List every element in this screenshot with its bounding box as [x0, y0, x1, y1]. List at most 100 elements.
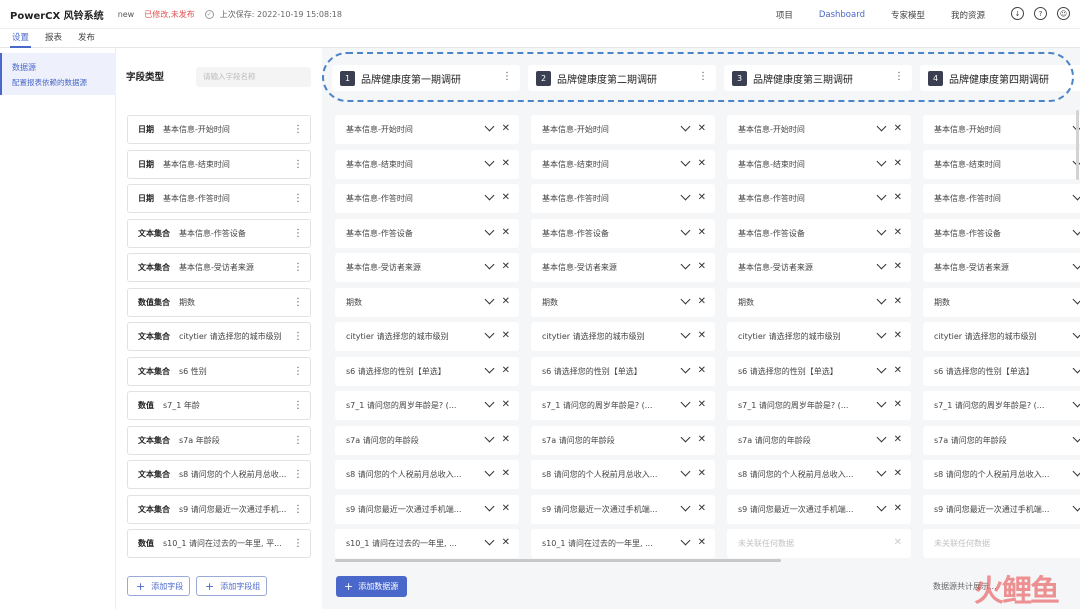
chevron-down-icon[interactable]: [484, 328, 495, 339]
close-icon[interactable]: ✕: [502, 157, 510, 171]
mapping-select[interactable]: 基本信息-作答设备✕: [923, 218, 1080, 248]
close-icon[interactable]: ✕: [502, 364, 510, 378]
close-icon[interactable]: ✕: [698, 398, 706, 412]
close-icon[interactable]: ✕: [894, 433, 902, 447]
datasource-header[interactable]: 1 品牌健康度第一期调研 ⋮: [332, 65, 520, 91]
mapping-select[interactable]: s8 请问您的个人税前月总收入...✕: [727, 460, 911, 489]
close-icon[interactable]: ✕: [698, 329, 706, 343]
mapping-select[interactable]: s6 请选择您的性别【单选】✕: [923, 356, 1080, 386]
close-icon[interactable]: ✕: [894, 191, 902, 205]
chevron-down-icon[interactable]: [680, 328, 691, 339]
more-icon[interactable]: ⋮: [293, 503, 303, 517]
chevron-down-icon[interactable]: [876, 466, 887, 477]
close-icon[interactable]: ✕: [698, 260, 706, 274]
mapping-select[interactable]: 未关联任何数据✕: [923, 529, 1080, 558]
tab-reports[interactable]: 报表: [37, 29, 70, 48]
chevron-down-icon[interactable]: [680, 397, 691, 408]
chevron-down-icon[interactable]: [876, 294, 887, 304]
chevron-down-icon[interactable]: [1072, 501, 1080, 511]
close-icon[interactable]: ✕: [698, 364, 706, 378]
mapping-select[interactable]: 基本信息-结束时间✕: [727, 149, 911, 179]
chevron-down-icon[interactable]: [484, 363, 495, 373]
chevron-down-icon[interactable]: [876, 397, 887, 408]
field-card[interactable]: 数值 s7_1 年龄 ⋮: [127, 391, 311, 420]
chevron-down-icon[interactable]: [876, 225, 887, 235]
chevron-down-icon[interactable]: [1072, 397, 1080, 408]
chevron-down-icon[interactable]: [1072, 466, 1080, 477]
mapping-select[interactable]: 基本信息-结束时间✕: [923, 149, 1080, 179]
datasource-header[interactable]: 4品牌健康度第四期调研⋮: [920, 65, 1080, 91]
mapping-select[interactable]: 基本信息-作答设备✕: [335, 218, 519, 248]
nav-dashboard[interactable]: Dashboard: [819, 10, 865, 20]
more-icon[interactable]: ⋮: [293, 261, 303, 275]
chevron-down-icon[interactable]: [876, 501, 887, 511]
mapping-select[interactable]: 基本信息-开始时间✕: [531, 115, 715, 144]
mapping-select[interactable]: 期数✕: [727, 287, 911, 317]
field-card[interactable]: 文本集合 s6 性别 ⋮: [127, 356, 311, 386]
close-icon[interactable]: ✕: [502, 260, 510, 274]
user-icon[interactable]: ☺: [1057, 7, 1070, 20]
chevron-down-icon[interactable]: [680, 121, 691, 132]
close-icon[interactable]: ✕: [502, 329, 510, 343]
mapping-select[interactable]: 基本信息-受访者来源✕: [923, 253, 1080, 282]
mapping-select[interactable]: s7a 请问您的年龄段✕: [923, 425, 1080, 455]
chevron-down-icon[interactable]: [1072, 190, 1080, 201]
more-icon[interactable]: ⋮: [293, 399, 303, 413]
mapping-select[interactable]: s7_1 请问您的周岁年龄是? (... ✕: [531, 391, 715, 420]
mapping-select[interactable]: 基本信息-开始时间✕: [335, 115, 519, 144]
close-icon[interactable]: ✕: [894, 536, 902, 550]
close-icon[interactable]: ✕: [502, 191, 510, 205]
mapping-select[interactable]: s9 请问您最近一次通过手机端...✕: [923, 494, 1080, 524]
more-icon[interactable]: ⋮: [293, 192, 303, 206]
chevron-down-icon[interactable]: [484, 190, 495, 201]
horizontal-scrollbar[interactable]: [335, 559, 781, 562]
vertical-scrollbar[interactable]: [1076, 110, 1079, 180]
mapping-select[interactable]: 基本信息-开始时间✕: [727, 115, 911, 144]
field-card[interactable]: 文本集合 s8 请问您的个人税前月总收... ⋮: [127, 460, 311, 489]
mapping-select[interactable]: 期数✕: [531, 287, 715, 317]
datasource-header[interactable]: 3 品牌健康度第三期调研 ⋮: [724, 65, 912, 91]
more-icon[interactable]: ⋮: [293, 537, 303, 551]
chevron-down-icon[interactable]: [484, 501, 495, 511]
chevron-down-icon[interactable]: [680, 190, 691, 201]
close-icon[interactable]: ✕: [894, 295, 902, 309]
chevron-down-icon[interactable]: [680, 363, 691, 373]
close-icon[interactable]: ✕: [894, 260, 902, 274]
nav-my-resources[interactable]: 我的资源: [951, 9, 985, 21]
chevron-down-icon[interactable]: [484, 121, 495, 132]
chevron-down-icon[interactable]: [680, 432, 691, 442]
mapping-select[interactable]: 基本信息-开始时间✕: [923, 115, 1080, 144]
mapping-select[interactable]: 基本信息-结束时间✕: [531, 149, 715, 179]
chevron-down-icon[interactable]: [680, 259, 691, 270]
mapping-select[interactable]: s7a 请问您的年龄段✕: [727, 425, 911, 455]
close-icon[interactable]: ✕: [894, 467, 902, 481]
chevron-down-icon[interactable]: [876, 190, 887, 201]
chevron-down-icon[interactable]: [484, 294, 495, 304]
more-icon[interactable]: ⋮: [293, 468, 303, 482]
field-card[interactable]: 日期 基本信息-结束时间 ⋮: [127, 149, 311, 179]
more-icon[interactable]: ⋮: [293, 434, 303, 448]
chevron-down-icon[interactable]: [876, 156, 887, 166]
mapping-select[interactable]: s8 请问您的个人税前月总收入...✕: [923, 460, 1080, 489]
close-icon[interactable]: ✕: [894, 226, 902, 240]
chevron-down-icon[interactable]: [484, 397, 495, 408]
close-icon[interactable]: ✕: [502, 295, 510, 309]
mapping-select[interactable]: 基本信息-作答时间 ✕: [335, 184, 519, 213]
field-card[interactable]: 文本集合 基本信息-受访者来源 ⋮: [127, 253, 311, 282]
chevron-down-icon[interactable]: [484, 259, 495, 270]
more-icon[interactable]: ⋮: [894, 71, 904, 82]
close-icon[interactable]: ✕: [894, 122, 902, 136]
mapping-select[interactable]: citytier 请选择您的城市级别 ✕: [531, 322, 715, 351]
chevron-down-icon[interactable]: [1072, 259, 1080, 270]
close-icon[interactable]: ✕: [894, 364, 902, 378]
chevron-down-icon[interactable]: [680, 294, 691, 304]
close-icon[interactable]: ✕: [502, 122, 510, 136]
close-icon[interactable]: ✕: [894, 157, 902, 171]
close-icon[interactable]: ✕: [698, 433, 706, 447]
field-search-input[interactable]: 请输入字段名称: [196, 67, 311, 87]
mapping-select[interactable]: 期数✕: [923, 287, 1080, 317]
field-card[interactable]: 文本集合 s7a 年龄段 ⋮: [127, 425, 311, 455]
chevron-down-icon[interactable]: [680, 535, 691, 546]
chevron-down-icon[interactable]: [876, 121, 887, 132]
mapping-select[interactable]: 基本信息-受访者来源✕: [531, 253, 715, 282]
